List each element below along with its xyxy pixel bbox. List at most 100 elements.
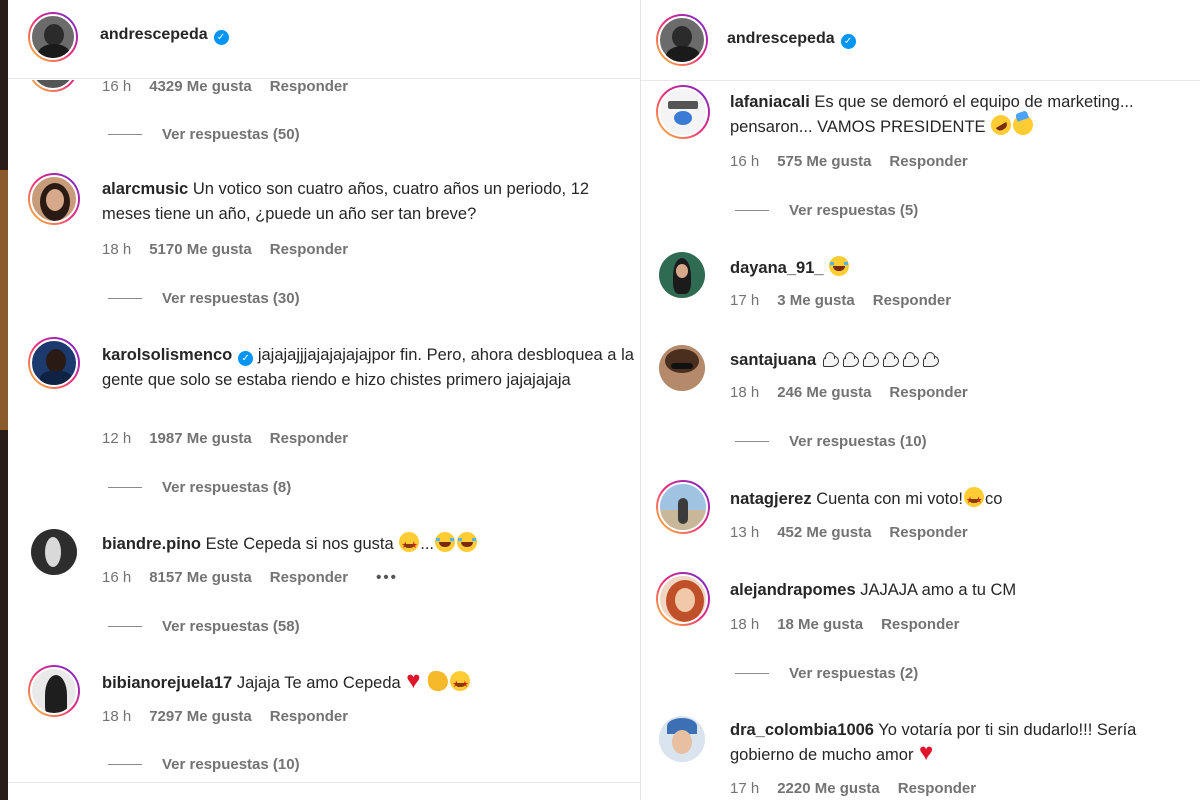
more-options-icon[interactable]: ••• — [376, 569, 398, 586]
like-count[interactable]: 575 Me gusta — [777, 153, 871, 170]
comment: alejandrapomes JAJAJA amo a tu CM — [730, 578, 1195, 603]
author-username[interactable]: andrescepeda — [727, 30, 835, 47]
comment: bibianorejuela17 Jajaja Te amo Cepeda — [102, 668, 640, 697]
reply-button[interactable]: Responder — [889, 384, 967, 401]
comment-meta: 16 h 4329 Me gusta Responder — [102, 78, 366, 95]
commenter-avatar[interactable] — [31, 529, 77, 575]
comment-time: 12 h — [102, 430, 132, 447]
reply-button[interactable]: Responder — [889, 524, 967, 541]
like-count[interactable]: 2220 Me gusta — [777, 780, 880, 797]
author-username[interactable]: andrescepeda — [100, 26, 208, 43]
like-count[interactable]: 7297 Me gusta — [149, 708, 252, 725]
reply-button[interactable]: Responder — [270, 78, 348, 95]
like-count[interactable]: 4329 Me gusta — [149, 78, 252, 95]
comment-username[interactable]: alarcmusic — [102, 180, 188, 198]
commenter-avatar[interactable] — [656, 480, 710, 534]
comment-username[interactable]: bibianorejuela17 — [102, 674, 232, 692]
right-comments-panel: andrescepeda ✓ lafaniacali Es que se demo… — [640, 0, 1200, 800]
comment-username[interactable]: lafaniacali — [730, 93, 810, 111]
like-count[interactable]: 1987 Me gusta — [149, 430, 252, 447]
commenter-avatar[interactable] — [28, 337, 80, 389]
comment-time: 13 h — [730, 524, 760, 541]
comment: dayana_91_ — [730, 256, 1195, 281]
comment-username[interactable]: dra_colombia1006 — [730, 721, 874, 739]
comment-text-after: ... — [420, 535, 434, 553]
star-struck-emoji-icon — [450, 671, 471, 697]
view-replies-button[interactable]: Ver respuestas (58) — [108, 618, 300, 635]
commenter-avatar[interactable] — [28, 665, 80, 717]
like-count[interactable]: 452 Me gusta — [777, 524, 871, 541]
reply-button[interactable]: Responder — [873, 292, 951, 309]
comment-username[interactable]: biandre.pino — [102, 535, 201, 553]
view-replies-button[interactable]: Ver respuestas (5) — [735, 202, 918, 219]
comment: santajuana — [730, 348, 1195, 373]
comment-time: 17 h — [730, 780, 760, 797]
comment-meta: 17 h 2220 Me gusta Responder — [730, 780, 994, 797]
partying-face-emoji-icon — [1013, 115, 1034, 135]
star-struck-emoji-icon — [399, 532, 420, 558]
comment: karolsolismenco ✓ jajajajjjajajajajajpor … — [102, 343, 640, 393]
commenter-avatar[interactable] — [659, 716, 705, 762]
comment-time: 17 h — [730, 292, 760, 309]
comment-text-after: co — [984, 490, 1003, 508]
comment-time: 18 h — [730, 616, 760, 633]
view-replies-button[interactable]: Ver respuestas (30) — [108, 290, 300, 307]
comment: natagjerez Cuenta con mi voto! co — [730, 487, 1195, 513]
dove-emoji-icon — [822, 352, 840, 368]
view-replies-button[interactable]: Ver respuestas (10) — [735, 433, 927, 450]
commenter-avatar[interactable] — [659, 345, 705, 391]
commenter-avatar[interactable] — [659, 252, 705, 298]
reply-button[interactable]: Responder — [270, 708, 348, 725]
reply-button[interactable]: Responder — [898, 780, 976, 797]
comment-time: 16 h — [102, 569, 132, 586]
comment-meta: 18 h 7297 Me gusta Responder — [102, 708, 366, 725]
like-count[interactable]: 8157 Me gusta — [149, 569, 252, 586]
view-replies-button[interactable]: Ver respuestas (10) — [108, 756, 300, 773]
comment-username[interactable]: natagjerez — [730, 490, 812, 508]
reply-button[interactable]: Responder — [270, 241, 348, 258]
dove-emoji-icon — [922, 352, 940, 368]
commenter-avatar[interactable] — [28, 173, 80, 225]
tears-of-joy-emoji-icon — [457, 532, 477, 552]
dove-emoji-icon — [902, 352, 920, 368]
like-count[interactable]: 18 Me gusta — [777, 616, 863, 633]
comment-time: 18 h — [102, 241, 132, 258]
background-edge — [0, 0, 8, 800]
verified-badge-icon: ✓ — [213, 30, 229, 45]
comment-username[interactable]: santajuana — [730, 351, 816, 369]
like-count[interactable]: 5170 Me gusta — [149, 241, 252, 258]
dove-emoji-icon — [882, 352, 900, 368]
tears-of-joy-emoji-icon — [435, 532, 455, 552]
comment-username[interactable]: dayana_91_ — [730, 259, 824, 277]
comment-time: 18 h — [730, 384, 760, 401]
commenter-avatar[interactable] — [656, 85, 710, 139]
comment: biandre.pino Este Cepeda si nos gusta ..… — [102, 532, 640, 558]
reply-button[interactable]: Responder — [889, 153, 967, 170]
author-avatar[interactable] — [656, 14, 708, 66]
view-replies-button[interactable]: Ver respuestas (8) — [108, 479, 291, 496]
comment-meta: 13 h 452 Me gusta Responder — [730, 524, 986, 541]
star-struck-emoji-icon — [963, 487, 984, 513]
reply-button[interactable]: Responder — [270, 569, 348, 586]
comment-meta: 18 h 18 Me gusta Responder — [730, 616, 977, 633]
comment-username[interactable]: karolsolismenco — [102, 346, 232, 364]
comment: alarcmusic Un votico son cuatro años, cu… — [102, 177, 640, 227]
comment-time: 16 h — [102, 78, 132, 95]
comment-meta: 17 h 3 Me gusta Responder — [730, 292, 969, 309]
commenter-avatar[interactable] — [656, 572, 710, 626]
like-count[interactable]: 246 Me gusta — [777, 384, 871, 401]
verified-badge-icon: ✓ — [238, 351, 254, 366]
like-count[interactable]: 3 Me gusta — [777, 292, 855, 309]
header-divider — [641, 80, 1200, 81]
comment-text: Este Cepeda si nos gusta — [205, 535, 394, 553]
view-replies-button[interactable]: Ver respuestas (50) — [108, 126, 300, 143]
comment-username[interactable]: alejandrapomes — [730, 581, 856, 599]
view-replies-button[interactable]: Ver respuestas (2) — [735, 665, 918, 682]
reply-button[interactable]: Responder — [881, 616, 959, 633]
red-heart-emoji-icon — [406, 668, 426, 693]
author-avatar[interactable] — [28, 12, 78, 62]
comment-text: Jajaja Te amo Cepeda — [236, 674, 401, 692]
reply-button[interactable]: Responder — [270, 430, 348, 447]
comment: lafaniacali Es que se demoró el equipo d… — [730, 90, 1195, 140]
comment-text: Cuenta con mi voto! — [816, 490, 963, 508]
